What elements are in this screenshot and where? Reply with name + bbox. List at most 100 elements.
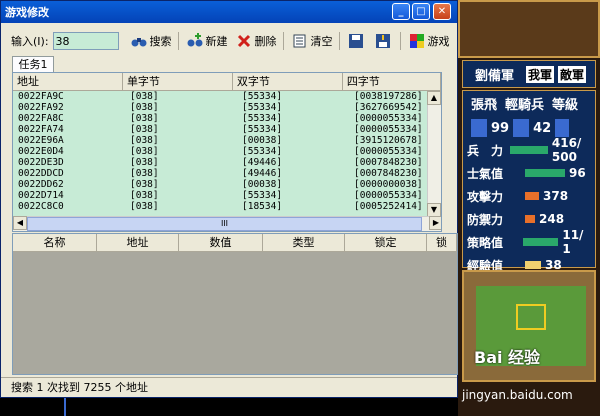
new-button[interactable]: 新建 [187,33,228,49]
watch-column-lock[interactable]: 锁 [427,234,457,251]
game-button-label: 游戏 [427,35,450,48]
game-panel: 劉備軍 我軍 敵軍 張飛 輕騎兵 等級 99 42 兵 力 416/ 500 士氣值… [458,0,600,416]
watch-column-name[interactable]: 名称 [13,234,97,251]
commander-name: 劉備軍 [475,68,515,84]
table-row[interactable]: 0022E0D4 [038] [55334] [0000055334] [13,146,441,157]
table-row[interactable]: 0022FA9C [038] [55334] [0038197286] [13,91,441,102]
stat-bar [525,192,539,200]
clear-list-icon [293,34,306,48]
column-header-byte[interactable]: 单字节 [123,73,233,90]
column-header-address[interactable]: 地址 [13,73,123,90]
watch-column-address[interactable]: 地址 [97,234,179,251]
table-cell: [038] [130,157,159,168]
watermark: Bai 经验 [474,348,541,367]
stat-bar [523,238,559,246]
book-icon [513,119,530,137]
minimap-viewport[interactable] [516,304,546,330]
table-cell: [55334] [242,124,283,135]
watch-column-value[interactable]: 数值 [179,234,263,251]
scroll-left-icon[interactable]: ◀ [13,216,27,230]
search-results-list[interactable]: 地址 单字节 双字节 四字节 0022FA9C [038] [55334] [0038… [12,72,442,232]
binoculars-icon [131,38,147,47]
results-horizontal-scrollbar[interactable]: ◀ III ▶ [13,216,441,231]
load-button[interactable] [375,33,394,49]
tab-my-army[interactable]: 我軍 [526,65,555,83]
table-row[interactable]: 0022FA74 [038] [55334] [0000055334] [13,124,441,135]
column-header-dword[interactable]: 四字节 [343,73,441,90]
table-cell: 0022FA8C [18,113,64,124]
toolbar-divider [177,32,179,50]
stat-row: 策略值 11/ 1 [463,228,595,256]
table-cell: [0000000038] [354,179,423,190]
table-row[interactable]: 0022DDCD [038] [49446] [0007848230] [13,168,441,179]
stat-bar [525,215,535,223]
watermark-url: jingyan.baidu.com [462,388,573,402]
stat-row: 攻擊力 378 [463,186,595,206]
tab-enemy-army[interactable]: 敵軍 [558,65,587,83]
game-modifier-window: 游戏修改 _ □ ✕ 输入(I): 搜索 新建 删除 清空 [0,0,458,398]
game-border-ornament [458,0,600,58]
watch-column-locked[interactable]: 锁定 [345,234,427,251]
input-label: 输入(I): [11,35,49,48]
table-cell: [038] [130,201,159,212]
clear-button[interactable]: 清空 [292,33,333,49]
unit-type: 輕騎兵 [505,98,545,113]
watch-list[interactable]: 名称 地址 数值 类型 锁定 锁 [12,233,458,375]
stat-value: 96 [569,166,586,180]
maximize-button[interactable]: □ [412,3,430,20]
table-row[interactable]: 0022D714 [038] [55334] [0000055334] [13,190,441,201]
stat-label: 策略值 [467,235,504,250]
stat-bar [509,146,548,154]
table-cell: [0005252414] [354,201,423,212]
scroll-thumb[interactable]: III [27,217,422,231]
unit-name: 張飛 [471,98,498,113]
table-cell: 0022FA74 [18,124,64,135]
window-title: 游戏修改 [5,6,49,19]
search-value-input[interactable] [52,32,119,50]
commander-bar: 劉備軍 我軍 敵軍 [462,60,596,88]
delete-button-label: 删除 [254,35,277,48]
scroll-right-icon[interactable]: ▶ [429,216,441,230]
table-cell: [038] [130,91,159,102]
table-cell: [49446] [242,168,283,179]
table-cell: 0022DD62 [18,179,64,190]
game-button[interactable]: 游戏 [409,33,450,49]
column-header-word[interactable]: 双字节 [233,73,343,90]
stat-a-value: 99 [491,120,510,136]
close-button[interactable]: ✕ [433,3,451,20]
table-cell: [0000055334] [354,146,423,157]
table-cell: 0022D714 [18,190,64,201]
table-row[interactable]: 0022FA92 [038] [55334] [3627669542] [13,102,441,113]
status-text: 搜索 1 次找到 7255 个地址 [11,381,148,394]
stat-row: 防禦力 248 [463,209,595,229]
tab-task-1[interactable]: 任务1 [12,56,54,72]
delete-button[interactable]: 删除 [236,33,277,49]
watch-header: 名称 地址 数值 类型 锁定 锁 [13,234,457,252]
watch-column-type[interactable]: 类型 [263,234,345,251]
minimap[interactable]: Bai 经验 [462,270,596,382]
table-cell: [038] [130,135,159,146]
scroll-up-icon[interactable]: ▲ [427,91,441,105]
table-row[interactable]: 0022FA8C [038] [55334] [0000055334] [13,113,441,124]
new-button-label: 新建 [205,35,228,48]
scroll-thumb-grip: III [220,219,229,228]
table-cell: [0000055334] [354,124,423,135]
results-header: 地址 单字节 双字节 四字节 [13,73,441,91]
clear-button-label: 清空 [310,35,333,48]
results-vertical-scrollbar[interactable]: ▲ ▼ [427,91,441,217]
toolbar-divider [282,32,284,50]
search-button[interactable]: 搜索 [131,33,172,49]
level-label: 等級 [552,98,579,113]
stat-label: 士氣值 [467,166,504,181]
unit-info-panel: 張飛 輕騎兵 等級 99 42 兵 力 416/ 500 士氣值 96 攻擊力 378 防禦… [462,90,596,273]
table-row[interactable]: 0022E96A [038] [00038] [3915120678] [13,135,441,146]
table-row[interactable]: 0022C8C0 [038] [18534] [0005252414] [13,201,441,212]
stat-label: 防禦力 [467,212,504,227]
table-row[interactable]: 0022DE3D [038] [49446] [0007848230] [13,157,441,168]
scroll-down-icon[interactable]: ▼ [427,203,441,217]
title-bar: 游戏修改 _ □ ✕ [1,1,457,23]
search-button-label: 搜索 [149,35,172,48]
save-button[interactable] [348,33,367,49]
table-row[interactable]: 0022DD62 [038] [00038] [0000000038] [13,179,441,190]
minimize-button[interactable]: _ [392,3,410,20]
